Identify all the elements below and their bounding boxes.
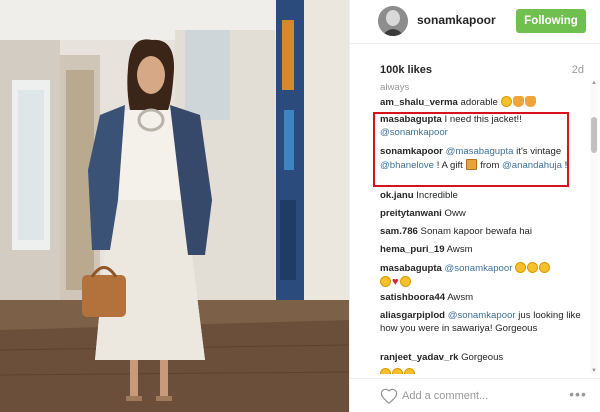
comment-input[interactable] xyxy=(402,387,552,405)
likes-row: 100k likes 2d xyxy=(350,55,600,79)
grinning-face-icon xyxy=(380,368,391,374)
list-item: ok.janu Incredible xyxy=(380,190,590,203)
mention-link[interactable]: @sonamkapoor xyxy=(448,310,516,321)
scroll-thumb[interactable] xyxy=(591,117,597,153)
comment-username[interactable]: hema_puri_19 xyxy=(380,244,445,255)
avatar[interactable] xyxy=(378,6,408,36)
comment-text: always xyxy=(380,82,410,93)
heart-icon: ♥ xyxy=(392,275,399,288)
mention-link[interactable]: @sonamkapoor xyxy=(445,263,513,274)
grinning-face-icon xyxy=(515,262,527,273)
list-item: ranjeet_yadav_rk Gorgeous xyxy=(380,352,590,365)
comment-text: Sonam kapoor bewafa hai xyxy=(420,226,533,237)
comment-text: Oww xyxy=(444,208,466,219)
list-item: satishboora44 Awsm xyxy=(380,292,590,305)
scroll-up-icon[interactable]: ▲ xyxy=(591,80,597,86)
post-photo[interactable] xyxy=(0,0,349,412)
comment-username[interactable]: preitytanwani xyxy=(380,208,442,219)
comment-footer: ••• xyxy=(350,378,600,412)
comment-text: Awsm xyxy=(447,292,474,303)
comment-username[interactable]: aliasgarpiplod xyxy=(380,310,445,321)
grinning-face-icon xyxy=(527,262,539,273)
raised-hand-icon xyxy=(524,96,536,107)
smiling-face-icon xyxy=(399,275,411,287)
list-item xyxy=(380,368,590,374)
grinning-face-icon xyxy=(404,368,415,374)
list-item: sam.786 Sonam kapoor bewafa hai xyxy=(380,226,590,239)
comment-username[interactable]: sam.786 xyxy=(380,226,418,237)
comment-username[interactable]: ok.janu xyxy=(380,190,414,201)
following-button[interactable]: Following xyxy=(516,9,586,33)
list-item: am_shalu_verma adorable xyxy=(380,96,590,110)
heart-icon[interactable] xyxy=(380,388,398,404)
comment-partial: always xyxy=(380,82,590,95)
photo-image xyxy=(0,0,349,412)
comments-scrollbar[interactable]: ▲ ▼ xyxy=(590,80,598,374)
list-item: hema_puri_19 Awsm xyxy=(380,244,590,257)
grinning-face-icon xyxy=(500,96,512,107)
comment-text: Awsm xyxy=(446,244,473,255)
post-age[interactable]: 2d xyxy=(572,64,584,76)
list-item: masabagupta @sonamkapoor ♥ xyxy=(380,262,590,289)
comment-username[interactable]: am_shalu_verma xyxy=(380,97,458,108)
grinning-face-icon xyxy=(380,275,391,287)
scroll-down-icon[interactable]: ▼ xyxy=(591,368,597,374)
comment-text: Incredible xyxy=(416,190,458,201)
grinning-face-icon xyxy=(539,262,551,273)
highlight-box xyxy=(373,112,569,187)
more-options-button[interactable]: ••• xyxy=(568,387,588,403)
raised-hand-icon xyxy=(512,96,524,107)
username[interactable]: sonamkapoor xyxy=(417,13,496,27)
likes-count[interactable]: 100k likes xyxy=(380,64,432,76)
avatar-image xyxy=(378,6,408,36)
comment-text: Gorgeous xyxy=(461,352,504,363)
comment-username[interactable]: satishboora44 xyxy=(380,292,445,303)
comment-username[interactable]: masabagupta xyxy=(380,263,442,274)
comment-text: adorable xyxy=(460,97,498,108)
post-sidebar: sonamkapoor Following 100k likes 2d alwa… xyxy=(349,0,600,412)
list-item: aliasgarpiplod @sonamkapoor jus looking … xyxy=(380,310,590,335)
list-item: preitytanwani Oww xyxy=(380,208,590,221)
comment-username[interactable]: ranjeet_yadav_rk xyxy=(380,352,458,363)
post-header: sonamkapoor Following xyxy=(350,0,600,44)
grinning-face-icon xyxy=(392,368,403,374)
